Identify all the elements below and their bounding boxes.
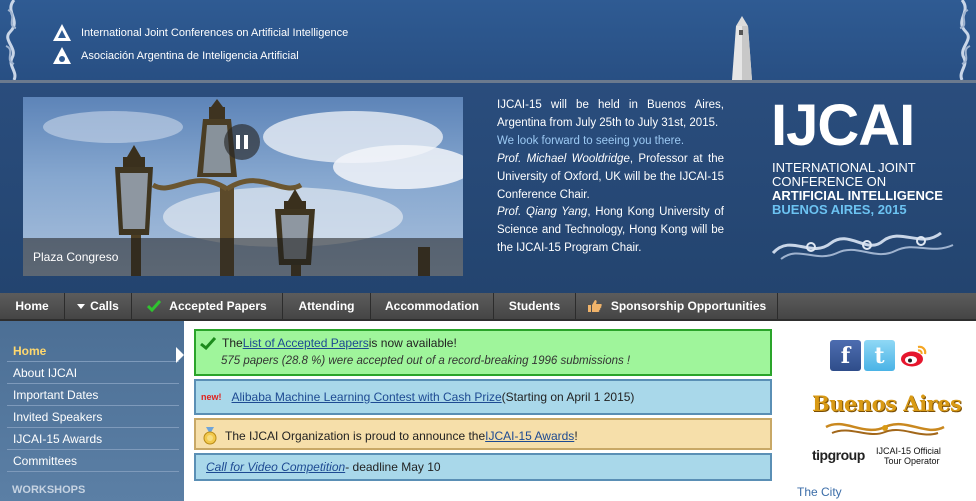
sidebar-section-workshops[interactable]: WORKSHOPS bbox=[12, 484, 85, 496]
slide-caption: Plaza Congreso bbox=[33, 250, 119, 264]
nav-students[interactable]: Students bbox=[494, 293, 576, 319]
org-link-aaia[interactable]: Asociación Argentina de Inteligencia Art… bbox=[52, 46, 299, 66]
chevron-down-icon bbox=[77, 303, 86, 309]
nav-attending[interactable]: Attending bbox=[283, 293, 371, 319]
intro-welcome: We look forward to seeing you there. bbox=[497, 134, 685, 147]
news-alibaba-contest: new! Alibaba Machine Learning Contest wi… bbox=[194, 379, 772, 415]
ijcai-15-logo: IJCAI INTERNATIONAL JOINT CONFERENCE ON … bbox=[771, 97, 956, 277]
slideshow[interactable]: Plaza Congreso bbox=[23, 97, 463, 276]
new-badge: new! bbox=[201, 392, 222, 402]
main-nav: Home Calls Accepted Papers Attending Acc… bbox=[0, 293, 976, 321]
program-chair-name: Prof. Qiang Yang bbox=[497, 206, 588, 219]
logo-line-4: BUENOS AIRES, 2015 bbox=[772, 202, 907, 217]
accepted-papers-stats: 575 papers (28.8 %) were accepted out of… bbox=[221, 355, 631, 367]
sidebar-item-awards[interactable]: IJCAI-15 Awards bbox=[7, 428, 179, 450]
slide-caption-bar: Plaza Congreso bbox=[23, 238, 463, 276]
ornament-left-icon bbox=[5, 0, 17, 80]
news-video-competition: Call for Video Competition - deadline Ma… bbox=[194, 453, 772, 481]
banner: Plaza Congreso IJCAI-15 will be held in … bbox=[0, 83, 976, 293]
nav-accepted-papers[interactable]: Accepted Papers bbox=[132, 293, 283, 319]
weibo-button[interactable] bbox=[898, 340, 929, 371]
tour-operator-text: IJCAI-15 Official Tour Operator bbox=[876, 446, 941, 466]
news-awards: The IJCAI Organization is proud to annou… bbox=[194, 418, 772, 450]
logo-line-2: CONFERENCE ON bbox=[772, 174, 887, 189]
active-pointer-icon bbox=[176, 347, 184, 363]
tipgroup-logo[interactable]: tipgroup bbox=[812, 447, 865, 463]
facebook-icon: f bbox=[840, 343, 851, 369]
nav-calls[interactable]: Calls bbox=[65, 293, 132, 319]
org-link-ijcai[interactable]: International Joint Conferences on Artif… bbox=[52, 23, 348, 43]
sidebar-item-important-dates[interactable]: Important Dates bbox=[7, 384, 179, 406]
slideshow-pause-button[interactable] bbox=[224, 124, 260, 160]
video-competition-link[interactable]: Call for Video Competition bbox=[206, 460, 345, 474]
left-sidebar: Home About IJCAI Important Dates Invited… bbox=[0, 321, 184, 501]
accepted-papers-link[interactable]: List of Accepted Papers bbox=[243, 336, 369, 350]
thumbs-up-icon bbox=[587, 300, 602, 312]
sidebar-item-about[interactable]: About IJCAI bbox=[7, 362, 179, 384]
logo-swirl-icon bbox=[771, 231, 954, 260]
intro-dates: IJCAI-15 will be held in Buenos Aires, A… bbox=[497, 99, 724, 129]
awards-link[interactable]: IJCAI-15 Awards bbox=[485, 429, 574, 443]
ijcai-org-logo-icon bbox=[53, 24, 71, 41]
sidebar-item-committees[interactable]: Committees bbox=[7, 450, 179, 472]
the-city-link[interactable]: The City bbox=[797, 485, 842, 499]
alibaba-contest-link[interactable]: Alibaba Machine Learning Contest with Ca… bbox=[232, 390, 502, 404]
top-header: International Joint Conferences on Artif… bbox=[0, 0, 976, 80]
sidebar-item-invited-speakers[interactable]: Invited Speakers bbox=[7, 406, 179, 428]
check-icon bbox=[200, 336, 216, 350]
twitter-icon: t bbox=[874, 343, 885, 369]
logo-line-1: INTERNATIONAL JOINT bbox=[772, 160, 916, 175]
intro-program-chair: Prof. Qiang Yang, Hong Kong University o… bbox=[497, 206, 724, 255]
sidebar-item-home[interactable]: Home bbox=[7, 340, 179, 362]
logo-line-3: ARTIFICIAL INTELLIGENCE bbox=[772, 188, 943, 203]
pause-icon bbox=[236, 135, 240, 149]
ornament-right-icon bbox=[959, 0, 971, 80]
org-label-ijcai: International Joint Conferences on Artif… bbox=[81, 27, 349, 39]
buenos-aires-banner[interactable]: Buenos Aires bbox=[812, 391, 962, 416]
logo-wordmark: IJCAI bbox=[771, 93, 915, 158]
obelisk-image bbox=[732, 16, 752, 80]
nav-accommodation[interactable]: Accommodation bbox=[371, 293, 494, 319]
intro-conference-chair: Prof. Michael Wooldridge, Professor at t… bbox=[497, 152, 724, 201]
nav-home[interactable]: Home bbox=[0, 293, 65, 319]
aaia-org-logo-icon bbox=[53, 47, 71, 64]
conference-chair-name: Prof. Michael Wooldridge bbox=[497, 152, 630, 165]
facebook-button[interactable]: f bbox=[830, 340, 861, 371]
award-medal-icon bbox=[203, 427, 217, 445]
twitter-button[interactable]: t bbox=[864, 340, 895, 371]
intro-text: IJCAI-15 will be held in Buenos Aires, A… bbox=[497, 97, 724, 258]
org-label-aaia: Asociación Argentina de Inteligencia Art… bbox=[81, 50, 299, 62]
nav-sponsorship[interactable]: Sponsorship Opportunities bbox=[576, 293, 778, 319]
news-accepted-papers: The List of Accepted Papers is now avail… bbox=[194, 329, 772, 376]
buenos-aires-ornament-icon bbox=[825, 422, 945, 436]
weibo-icon bbox=[901, 345, 927, 367]
check-icon bbox=[147, 300, 162, 312]
